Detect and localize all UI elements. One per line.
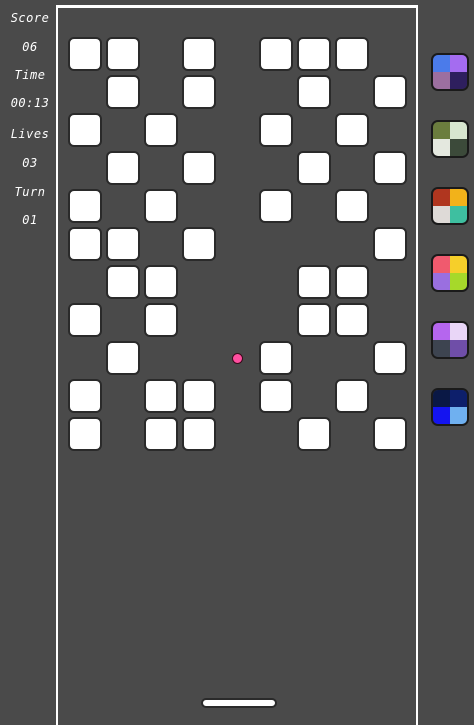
ball — [232, 353, 243, 364]
brick — [335, 265, 369, 299]
brick — [106, 75, 140, 109]
brick — [68, 303, 102, 337]
swatch-color — [433, 256, 450, 273]
swatch-color — [450, 206, 467, 223]
brick — [259, 189, 293, 223]
brick — [297, 37, 331, 71]
palette-4-swatch[interactable] — [431, 254, 469, 292]
brick — [373, 417, 407, 451]
brick — [259, 341, 293, 375]
brick — [335, 189, 369, 223]
brick — [68, 113, 102, 147]
brick — [297, 75, 331, 109]
turn-value: 01 — [22, 213, 38, 227]
brick — [106, 265, 140, 299]
swatch-color — [450, 340, 467, 357]
swatch-color — [433, 206, 450, 223]
brick — [106, 151, 140, 185]
time-label: Time — [14, 68, 46, 82]
swatch-color — [433, 323, 450, 340]
time-value: 00:13 — [10, 96, 50, 110]
swatch-color — [433, 72, 450, 89]
brick — [144, 189, 178, 223]
brick — [68, 37, 102, 71]
hud-panel: Score 06 Time 00:13 Lives 03 Turn 01 — [0, 0, 56, 715]
swatch-color — [433, 189, 450, 206]
swatch-color — [450, 407, 467, 424]
brick — [106, 227, 140, 261]
swatch-color — [450, 323, 467, 340]
brick — [259, 37, 293, 71]
palette-6-swatch[interactable] — [431, 388, 469, 426]
brick — [335, 379, 369, 413]
palette-1-swatch[interactable] — [431, 53, 469, 91]
swatch-color — [433, 340, 450, 357]
palette-2-swatch[interactable] — [431, 120, 469, 158]
brick — [182, 75, 216, 109]
swatch-color — [433, 407, 450, 424]
brick — [182, 227, 216, 261]
brick — [182, 151, 216, 185]
swatch-color — [450, 72, 467, 89]
brick — [259, 379, 293, 413]
brick — [373, 227, 407, 261]
brick — [373, 75, 407, 109]
brick — [106, 341, 140, 375]
swatch-color — [450, 390, 467, 407]
swatch-color — [433, 55, 450, 72]
score-value: 06 — [22, 40, 38, 54]
paddle[interactable] — [201, 698, 277, 708]
swatch-color — [433, 122, 450, 139]
brick — [144, 303, 178, 337]
brick — [144, 113, 178, 147]
palette-3-swatch[interactable] — [431, 187, 469, 225]
brick — [144, 265, 178, 299]
swatch-color — [433, 390, 450, 407]
turn-label: Turn — [14, 185, 46, 199]
swatch-color — [450, 122, 467, 139]
brick — [297, 151, 331, 185]
swatch-color — [450, 273, 467, 290]
brick — [68, 227, 102, 261]
swatch-color — [450, 189, 467, 206]
brick — [335, 303, 369, 337]
lives-label: Lives — [10, 127, 50, 141]
swatch-color — [433, 139, 450, 156]
brick — [68, 417, 102, 451]
brick — [297, 417, 331, 451]
brick — [335, 113, 369, 147]
brick — [373, 341, 407, 375]
brick — [335, 37, 369, 71]
brick — [297, 303, 331, 337]
score-label: Score — [10, 11, 50, 25]
brick — [106, 37, 140, 71]
brick — [297, 265, 331, 299]
swatch-color — [450, 256, 467, 273]
brick — [182, 379, 216, 413]
brick — [373, 151, 407, 185]
lives-value: 03 — [22, 156, 38, 170]
brick — [182, 417, 216, 451]
brick — [144, 379, 178, 413]
swatch-color — [450, 139, 467, 156]
brick — [259, 113, 293, 147]
brick — [144, 417, 178, 451]
swatch-color — [450, 55, 467, 72]
brick — [182, 37, 216, 71]
brick — [68, 379, 102, 413]
palette-5-swatch[interactable] — [431, 321, 469, 359]
swatch-color — [433, 273, 450, 290]
brick — [68, 189, 102, 223]
